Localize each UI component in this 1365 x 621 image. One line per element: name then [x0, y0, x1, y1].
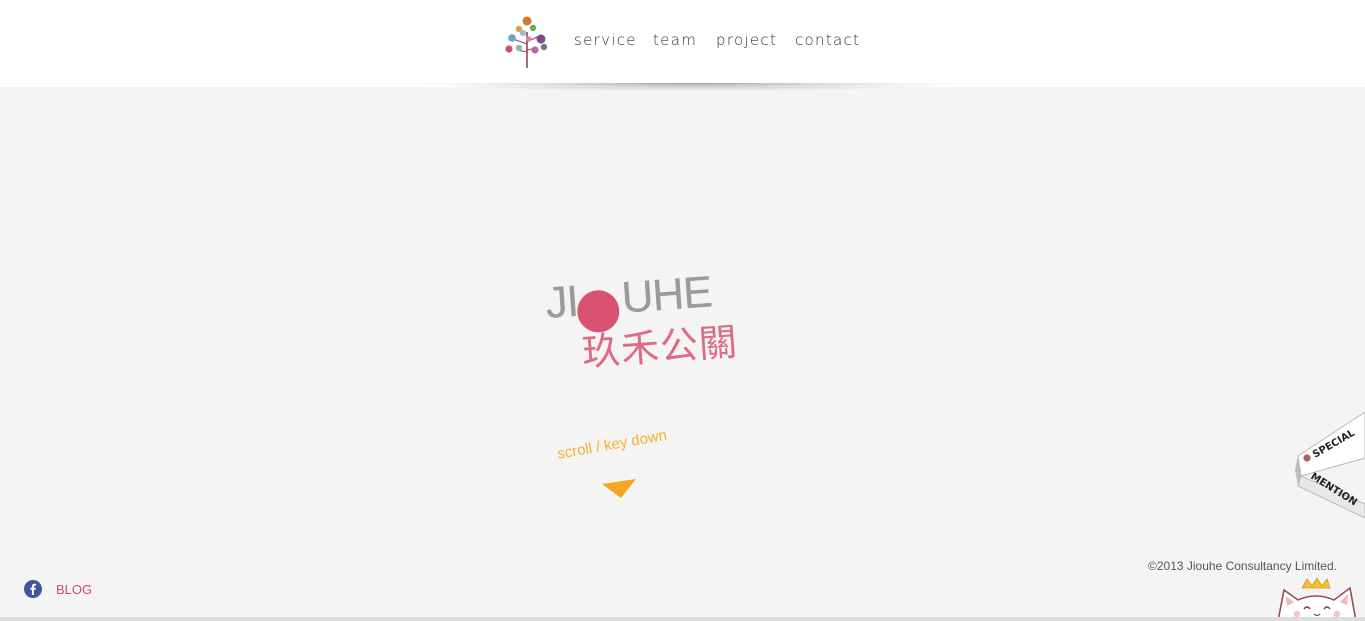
cat-mascot-icon	[1277, 577, 1357, 621]
nav-item-contact[interactable]: contact	[795, 31, 860, 49]
brand-logo: JI UHE 玖禾公關	[544, 267, 742, 395]
footer-divider	[0, 617, 1365, 621]
special-mention-ribbon[interactable]: SPECIAL MENTION	[1295, 412, 1365, 518]
brand-latin-part-1: JI	[543, 276, 580, 328]
blog-link[interactable]: BLOG	[56, 582, 92, 597]
nav-item-service[interactable]: service	[574, 31, 637, 49]
brand-latin-name: JI UHE	[543, 267, 714, 328]
arrow-down-icon[interactable]	[600, 478, 638, 500]
header-bar: service team project contact	[0, 0, 1365, 87]
scroll-hint: scroll / key down	[556, 426, 669, 463]
brand-chinese-name: 玖禾公關	[580, 319, 740, 375]
nav-item-project[interactable]: project	[716, 31, 777, 49]
facebook-icon[interactable]	[24, 580, 42, 598]
tree-logo-icon[interactable]	[503, 14, 551, 72]
brand-latin-part-2: UHE	[619, 267, 714, 323]
copyright-text: ©2013 Jiouhe Consultancy Limited.	[1148, 559, 1337, 573]
nav-item-team[interactable]: team	[653, 31, 697, 49]
